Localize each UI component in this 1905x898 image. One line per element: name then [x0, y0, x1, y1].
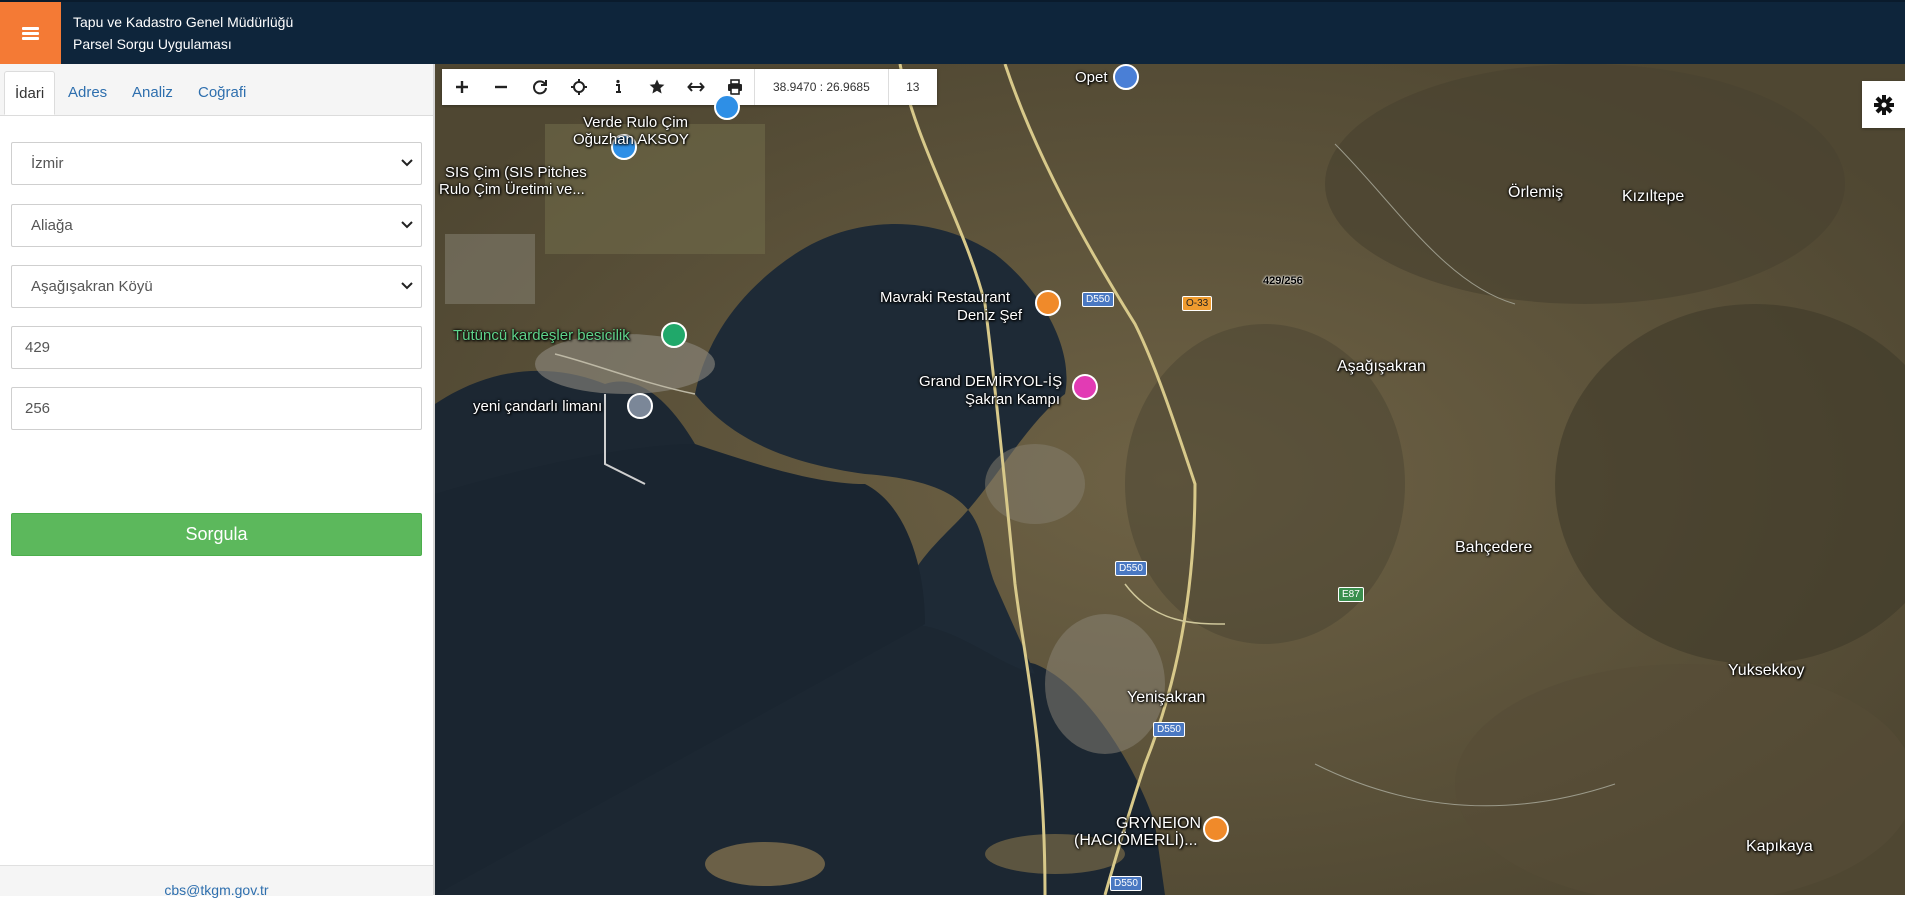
map-view[interactable]: 38.9470 : 26.9685 13 Opet Verde Rulo Çim… — [435, 64, 1905, 895]
gear-icon — [1873, 94, 1894, 115]
map-label-orlemis: Örlemiş — [1508, 184, 1564, 201]
chevron-down-icon — [401, 159, 413, 167]
gas-station-icon[interactable] — [1113, 64, 1139, 90]
zoom-in-icon — [455, 81, 468, 93]
query-panel: İdari Adres Analiz Coğrafi İzmir Aliağa … — [0, 64, 435, 898]
measure-icon — [686, 82, 705, 92]
restaurant-icon[interactable] — [1035, 290, 1061, 316]
query-button[interactable]: Sorgula — [11, 513, 422, 556]
tab-cografi[interactable]: Coğrafi — [188, 71, 256, 115]
info-button[interactable] — [598, 69, 637, 105]
farm-icon[interactable] — [661, 322, 687, 348]
refresh-button[interactable] — [520, 69, 559, 105]
zoom-out-button[interactable] — [481, 69, 520, 105]
app-title: Tapu ve Kadastro Genel Müdürlüğü Parsel … — [73, 11, 293, 55]
zoom-level: 13 — [887, 69, 937, 105]
map-label-liman: yeni çandarlı limanı — [473, 398, 603, 415]
footer: cbs@tkgm.gov.tr — [0, 865, 433, 898]
tab-idari[interactable]: İdari — [4, 71, 56, 115]
block-input[interactable]: 429 — [11, 326, 422, 369]
map-label-gryneion-1: GRYNEION — [1116, 815, 1202, 832]
hamburger-icon — [22, 26, 39, 40]
map-label-yenisakran: Yenişakran — [1127, 689, 1206, 706]
measure-button[interactable] — [676, 69, 715, 105]
hotel-icon[interactable] — [1072, 374, 1098, 400]
coordinate-readout: 38.9470 : 26.9685 — [754, 69, 888, 105]
map-label-grand-1: Grand DEMİRYOL-İŞ — [919, 373, 1063, 390]
satellite-imagery — [435, 64, 1905, 895]
map-label-kiziltepe: Kızıltepe — [1622, 188, 1685, 205]
chevron-down-icon — [401, 221, 413, 229]
map-label-kapikaya: Kapıkaya — [1746, 838, 1813, 855]
road-shield-d550: D550 — [1082, 292, 1114, 307]
map-label-opet: Opet — [1075, 69, 1108, 86]
parcel-input[interactable]: 256 — [11, 387, 422, 430]
locate-icon — [570, 79, 587, 95]
zoom-out-icon — [494, 85, 507, 89]
map-label-mavraki-1: Mavraki Restaurant — [880, 289, 1011, 306]
map-toolbar: 38.9470 : 26.9685 13 — [442, 69, 937, 105]
tab-adres[interactable]: Adres — [58, 71, 117, 115]
neighborhood-select[interactable]: Aşağışakran Köyü — [11, 265, 422, 308]
favorite-button[interactable] — [637, 69, 676, 105]
top-header: Tapu ve Kadastro Genel Müdürlüğü Parsel … — [0, 0, 1905, 64]
road-shield-d550: D550 — [1110, 876, 1142, 891]
province-value: İzmir — [31, 155, 64, 172]
district-select[interactable]: Aliağa — [11, 204, 422, 247]
map-label-sis-1: SIS Çim (SIS Pitches — [445, 164, 587, 181]
zoom-in-button[interactable] — [442, 69, 481, 105]
place-icon[interactable] — [627, 393, 653, 419]
tab-analiz[interactable]: Analiz — [122, 71, 183, 115]
map-label-verde-1: Verde Rulo Çim — [583, 114, 689, 131]
menu-button[interactable] — [0, 2, 61, 64]
map-label-yuksekkoy: Yuksekkoy — [1728, 662, 1805, 679]
map-label-mavraki-2: Deniz Şef — [957, 307, 1023, 324]
chevron-down-icon — [401, 282, 413, 290]
tab-bar: İdari Adres Analiz Coğrafi — [0, 64, 433, 116]
settings-button[interactable] — [1862, 81, 1905, 128]
district-value: Aliağa — [31, 217, 73, 234]
road-shield-d550: D550 — [1153, 722, 1185, 737]
app-title-app: Parsel Sorgu Uygulaması — [73, 36, 232, 52]
road-shield-o33: O-33 — [1182, 296, 1213, 311]
contact-email-link[interactable]: cbs@tkgm.gov.tr — [0, 882, 433, 898]
refresh-icon — [532, 80, 547, 95]
neighborhood-value: Aşağışakran Köyü — [31, 278, 153, 295]
parcel-marker[interactable]: 429/256 — [1263, 275, 1303, 287]
map-label-gryneion-2: (HACIÖMERLİ)... — [1074, 832, 1198, 849]
map-label-tutuncu: Tütüncü kardeşler besicilik — [453, 327, 630, 344]
app-title-org: Tapu ve Kadastro Genel Müdürlüğü — [73, 14, 294, 30]
map-label-sis-2: Rulo Çim Üretimi ve... — [439, 181, 585, 198]
restaurant-icon[interactable] — [1203, 816, 1229, 842]
star-icon — [649, 79, 664, 94]
locate-button[interactable] — [559, 69, 598, 105]
map-label-asagisakran: Aşağışakran — [1337, 358, 1426, 375]
map-label-bahcedere: Bahçedere — [1455, 539, 1533, 556]
province-select[interactable]: İzmir — [11, 142, 422, 185]
map-label-verde-2: Oğuzhan AKSOY — [573, 131, 689, 148]
shopping-icon[interactable] — [714, 94, 740, 120]
road-shield-e87: E87 — [1338, 587, 1364, 602]
map-label-grand-2: Şakran Kampı — [965, 391, 1061, 408]
info-icon — [615, 79, 621, 93]
road-shield-d550: D550 — [1115, 561, 1147, 576]
